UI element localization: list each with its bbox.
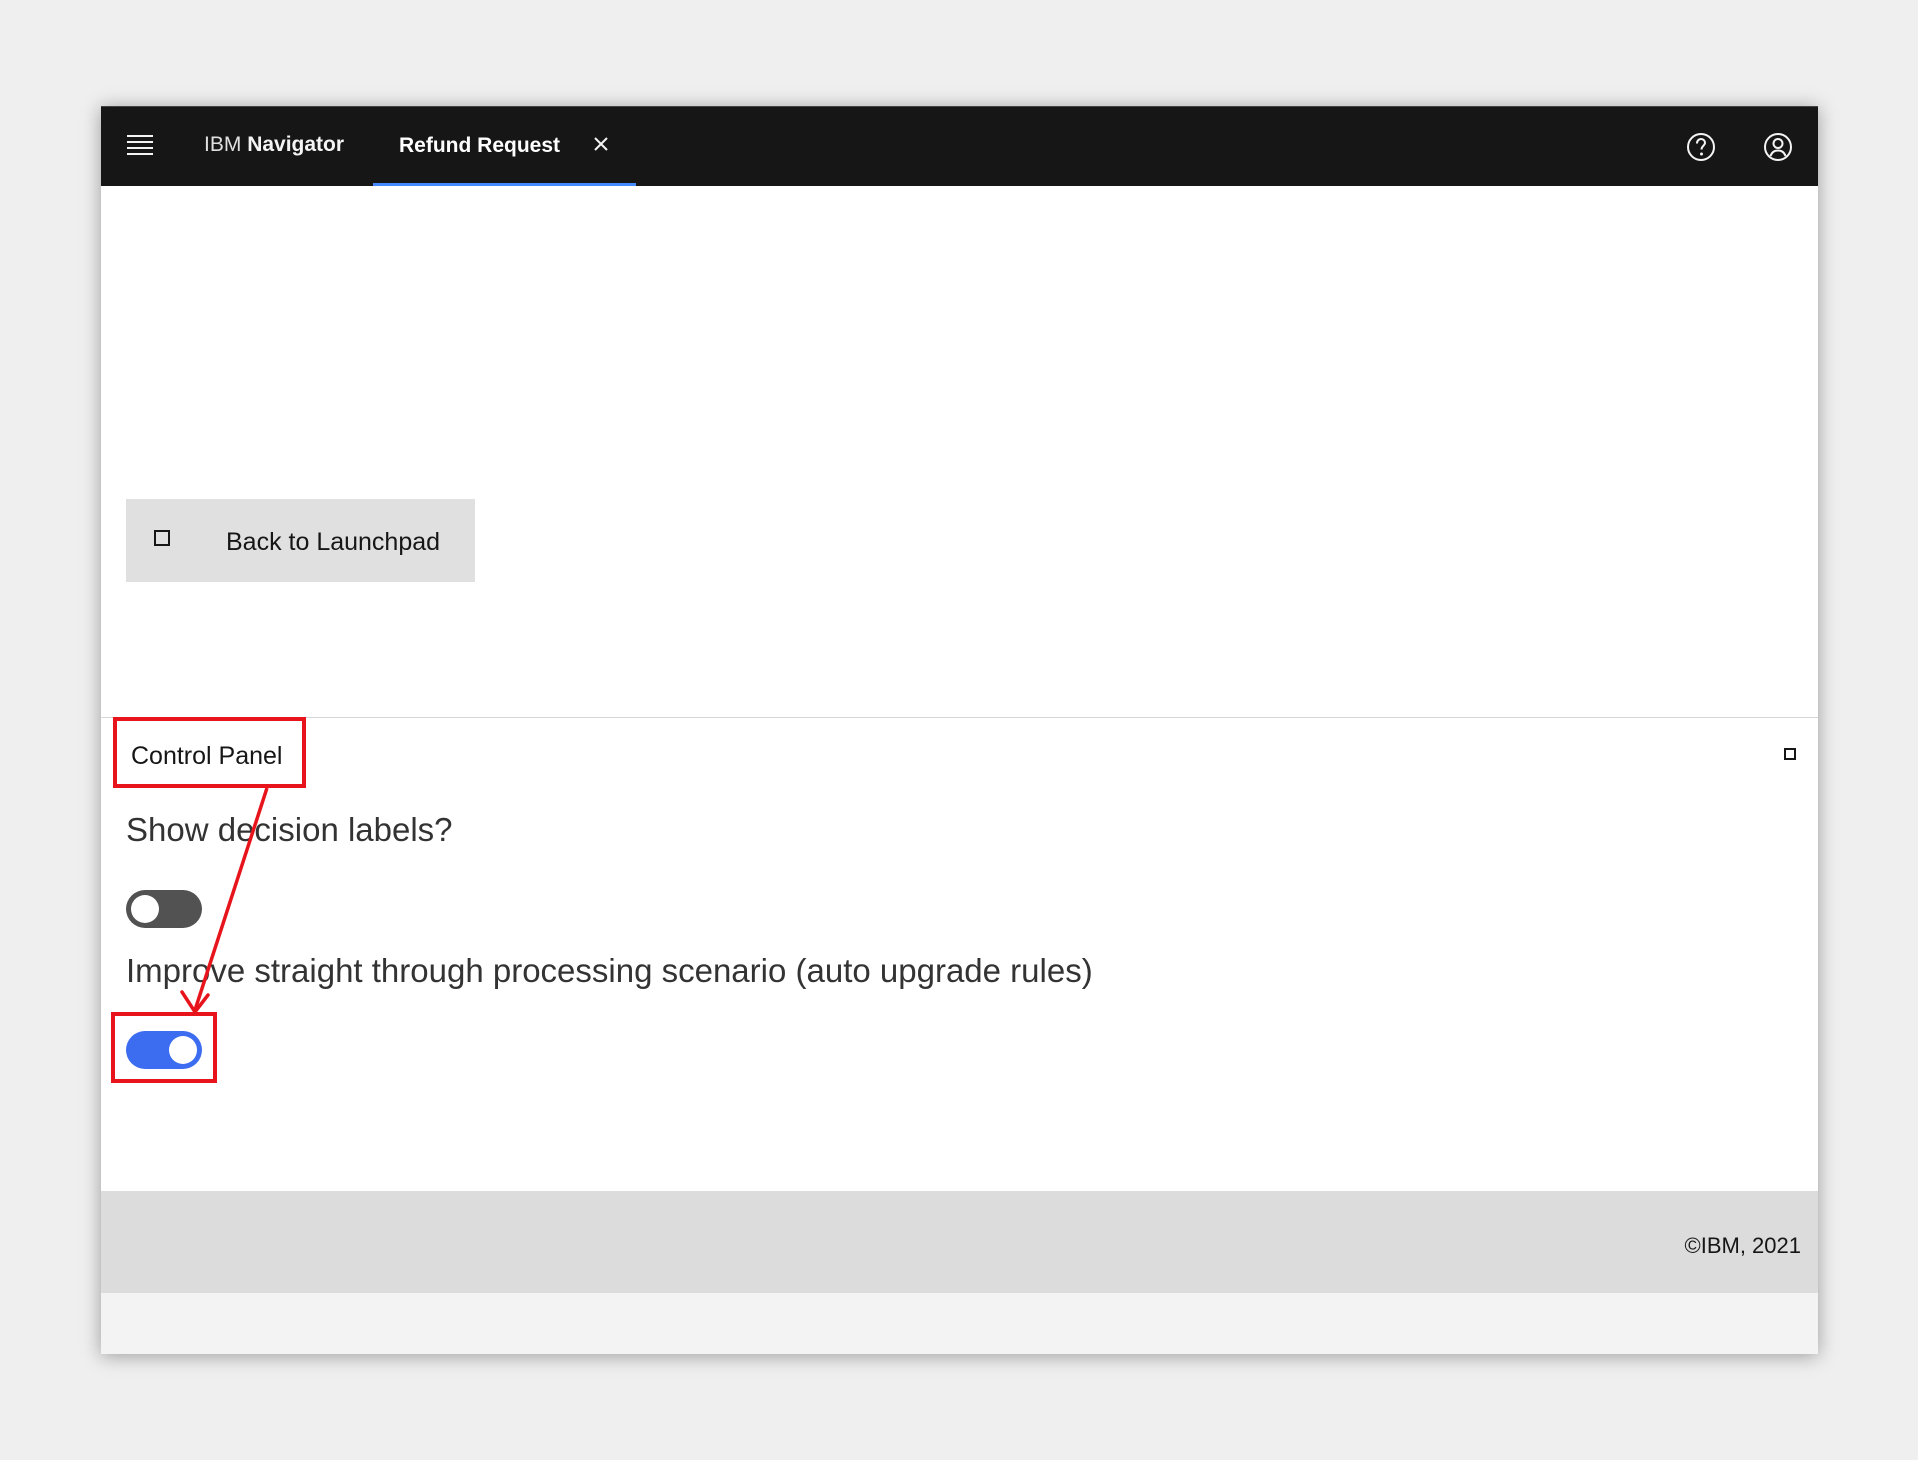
- app-window: IBM Navigator Refund Request Back to Lau…: [101, 106, 1818, 1354]
- brand-name: Navigator: [247, 133, 345, 156]
- user-avatar-icon[interactable]: [1762, 131, 1794, 163]
- improve-stp-toggle[interactable]: [126, 1031, 202, 1069]
- back-to-launchpad-button[interactable]: Back to Launchpad: [126, 499, 475, 582]
- help-icon[interactable]: [1685, 131, 1717, 163]
- brand-prefix: IBM: [204, 133, 242, 156]
- control-panel-title: Control Panel: [131, 742, 283, 770]
- square-icon: [154, 530, 170, 546]
- show-decision-labels-toggle[interactable]: [126, 890, 202, 928]
- tab-label: Refund Request: [399, 134, 561, 157]
- footer: ©IBM, 2021: [101, 1191, 1818, 1293]
- brand-title[interactable]: IBM Navigator: [204, 133, 344, 157]
- hamburger-menu-icon[interactable]: [127, 135, 153, 157]
- copyright-text: ©IBM, 2021: [1684, 1233, 1802, 1258]
- question-label: Improve straight through processing scen…: [126, 952, 1093, 989]
- top-navigation-bar: IBM Navigator Refund Request: [101, 106, 1818, 187]
- back-button-label: Back to Launchpad: [226, 528, 441, 556]
- toggle-knob: [131, 895, 159, 923]
- control-panel: Control Panel Show decision labels? Impr…: [101, 718, 1818, 1191]
- question-label: Show decision labels?: [126, 811, 453, 848]
- bottom-strip: [101, 1302, 1818, 1354]
- toggle-knob: [169, 1036, 197, 1064]
- main-content: Back to Launchpad: [101, 186, 1818, 718]
- tab-refund-request[interactable]: Refund Request: [373, 107, 636, 187]
- expand-icon[interactable]: [1784, 748, 1796, 760]
- close-icon[interactable]: [592, 135, 610, 153]
